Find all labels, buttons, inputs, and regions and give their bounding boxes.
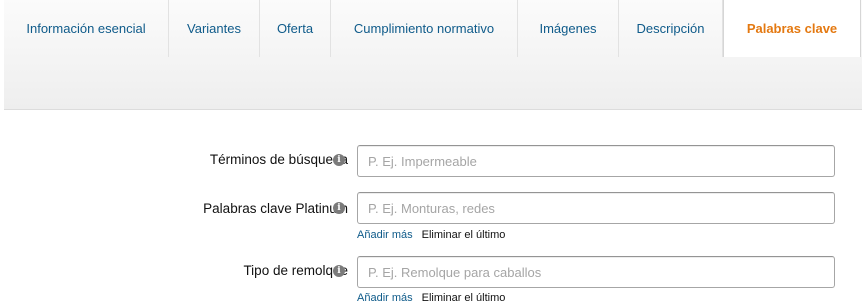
trailer-type-actions: Añadir más Eliminar el último <box>357 292 505 304</box>
tab-imagenes[interactable]: Imágenes <box>518 0 619 57</box>
tab-descripcion[interactable]: Descripción <box>619 0 723 57</box>
remove-last-link[interactable]: Eliminar el último <box>422 292 506 304</box>
platinum-keywords-label: Palabras clave Platinum <box>203 201 348 216</box>
search-terms-input[interactable] <box>357 145 835 177</box>
trailer-type-input[interactable] <box>357 256 835 288</box>
platinum-keywords-input[interactable] <box>357 192 835 224</box>
tab-informacion-esencial[interactable]: Información esencial <box>4 0 169 57</box>
add-more-link[interactable]: Añadir más <box>357 292 413 304</box>
keywords-form: Términos de búsqueda i Palabras clave Pl… <box>4 110 862 308</box>
platinum-keywords-actions: Añadir más Eliminar el último <box>357 229 505 241</box>
tab-oferta[interactable]: Oferta <box>260 0 331 57</box>
info-icon[interactable]: i <box>333 154 345 166</box>
tab-palabras-clave[interactable]: Palabras clave <box>723 0 861 57</box>
tab-list: Información esencial Variantes Oferta Cu… <box>4 0 861 57</box>
search-terms-label: Términos de búsqueda <box>209 152 348 167</box>
tab-variantes[interactable]: Variantes <box>169 0 260 57</box>
remove-last-link[interactable]: Eliminar el último <box>422 229 506 241</box>
tab-cumplimiento-normativo[interactable]: Cumplimiento normativo <box>331 0 518 57</box>
tab-bar: Información esencial Variantes Oferta Cu… <box>4 0 862 110</box>
info-icon[interactable]: i <box>333 265 345 277</box>
info-icon[interactable]: i <box>333 202 345 214</box>
add-more-link[interactable]: Añadir más <box>357 229 413 241</box>
